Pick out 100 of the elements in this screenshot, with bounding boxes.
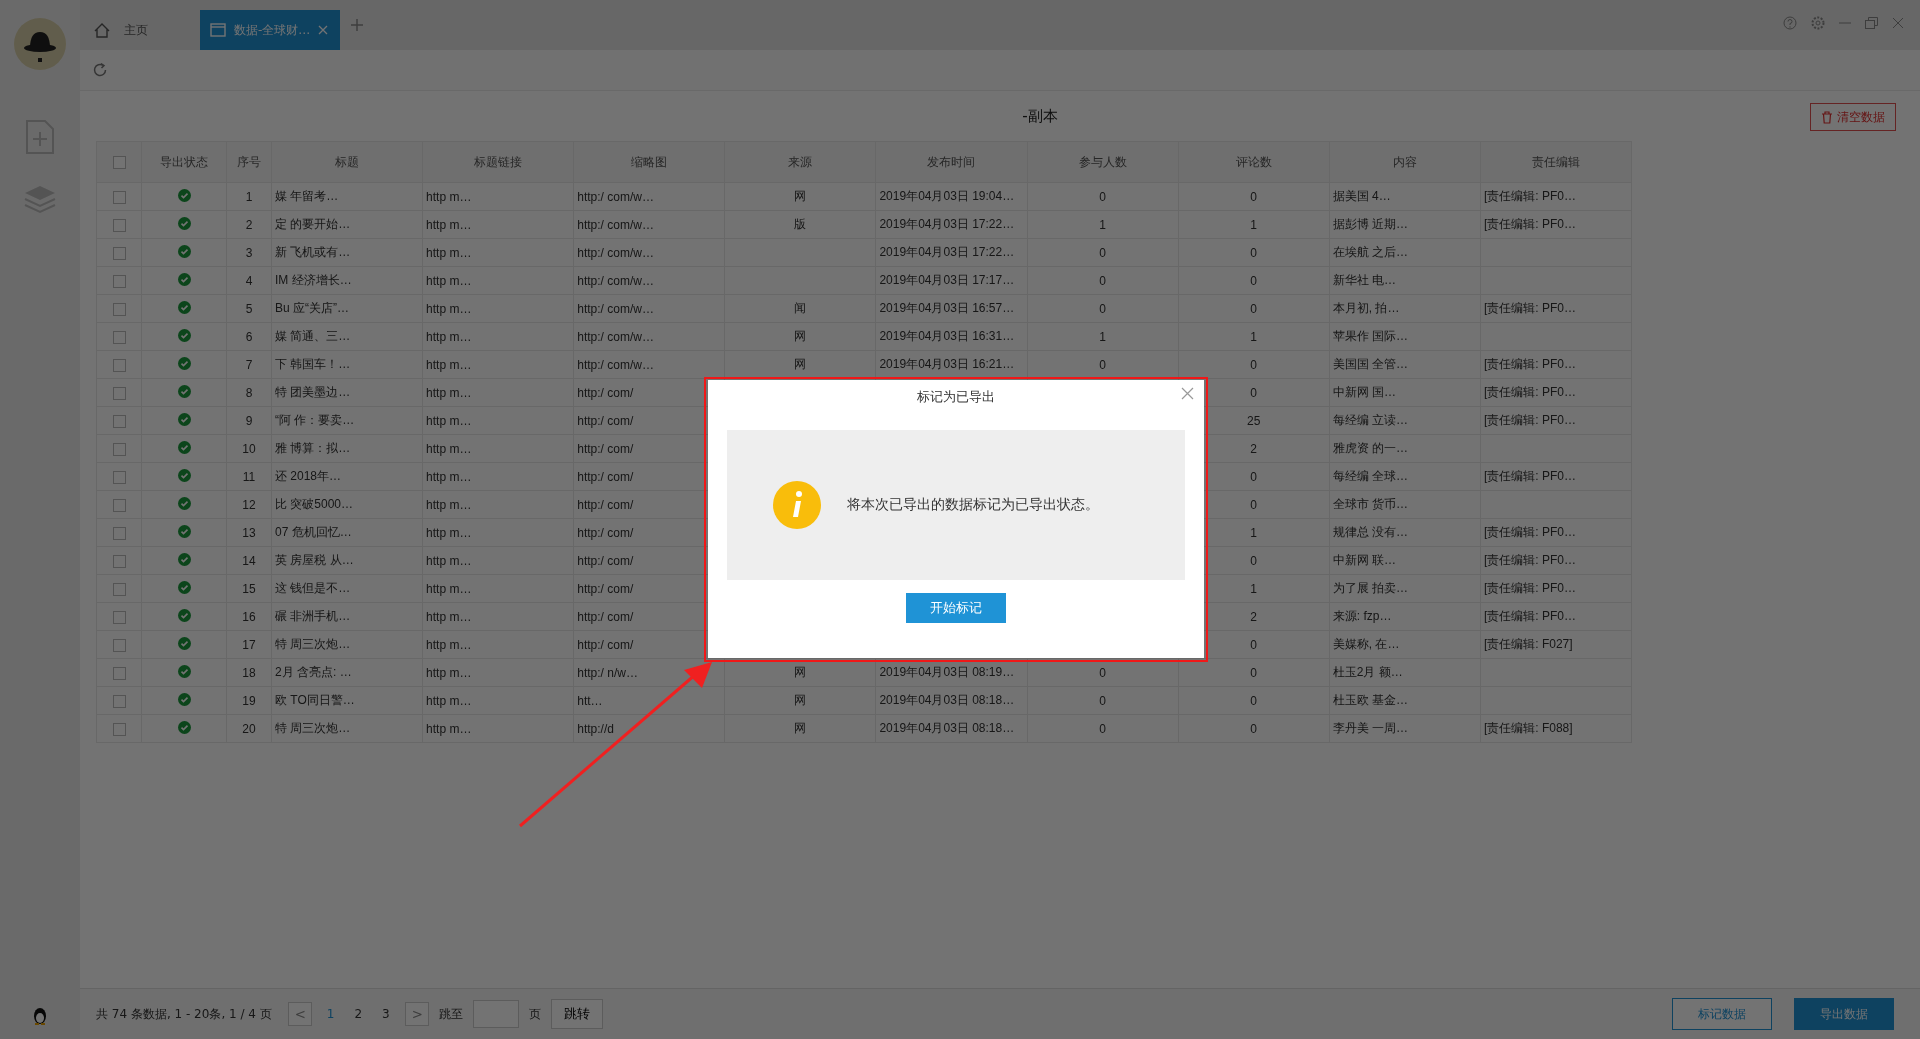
table-cell: 0 [1099,693,1106,708]
table-cell: 每经编 全球… [1332,469,1409,483]
column-header: 缩略图 [573,141,725,183]
row-checkbox[interactable] [112,582,126,596]
mark-data-button[interactable]: 标记数据 [1672,998,1772,1030]
row-checkbox[interactable] [112,526,126,540]
table-cell: http://d [577,721,614,736]
row-checkbox[interactable] [112,470,126,484]
table-cell: http:/ n/w… [577,665,638,680]
table-cell: 英 房屋税 从… [275,553,354,567]
row-checkbox[interactable] [112,638,126,652]
row-checkbox[interactable] [112,694,126,708]
export-data-button[interactable]: 导出数据 [1794,998,1894,1030]
trash-icon [1821,110,1833,124]
table-cell: 中新网 联… [1332,553,1397,567]
tab[interactable]: 数据-全球财… [200,10,340,50]
table-cell: http m… [426,609,472,624]
table-cell: htt… [577,693,603,708]
table-cell: 每经编 立读… [1332,413,1409,427]
table-cell: 0 [1250,189,1258,204]
row-checkbox[interactable] [112,722,126,736]
page-number[interactable]: 1 [321,1007,340,1021]
table-cell: http:/ com/w… [577,217,654,232]
row-checkbox[interactable] [112,442,126,456]
row-checkbox[interactable] [112,386,126,400]
table-cell: 13 [242,525,256,540]
next-page-button[interactable]: > [404,1002,429,1026]
table-cell: 特 周三次炮… [275,637,351,651]
penguin-icon[interactable] [32,1007,48,1025]
table-cell: http:/ com/w… [577,357,654,372]
table-cell: http m… [426,469,472,484]
row-checkbox[interactable] [112,414,126,428]
settings-icon[interactable] [1811,16,1825,30]
row-checkbox[interactable] [112,358,126,372]
row-checkbox[interactable] [112,666,126,680]
previous-page-button[interactable]: < [287,1002,312,1026]
close-icon[interactable] [1892,17,1904,29]
table-cell: 据美国 4… [1332,189,1391,203]
table-cell: 还 2018年… [275,469,342,483]
start-mark-button[interactable]: 开始标记 [906,593,1006,623]
table-cell: [责任编辑: PF0… [1483,301,1576,315]
table-cell: 这 钱但是不… [275,581,351,595]
table-cell: 雅 博算：拟… [275,441,351,455]
page-unit-label: 页 [528,1005,541,1023]
table-cell: 2019年04月03日 08:18… [879,721,1015,735]
row-checkbox[interactable] [112,274,126,288]
table-cell: 为了展 拍卖… [1332,581,1409,595]
table-cell: 2019年04月03日 08:18… [879,693,1015,707]
refresh-icon[interactable] [92,62,108,78]
table-cell: 规律总 没有… [1332,525,1409,539]
table-cell: 15 [242,581,256,596]
table-cell: 0 [1250,665,1258,680]
table-cell: 1 [245,189,253,204]
table-cell: 0 [1250,469,1258,484]
table-cell: 0 [1250,273,1258,288]
table-cell: 9 [245,413,253,428]
table-cell: http:/ com/w… [577,245,654,260]
table-cell: http m… [426,553,472,568]
table-cell: 19 [242,693,256,708]
column-header: 参与人数 [1027,141,1179,183]
row-checkbox[interactable] [112,218,126,232]
row-checkbox[interactable] [112,554,126,568]
add-tab-icon[interactable] [350,18,364,32]
page-number[interactable]: 2 [349,1007,368,1021]
table-cell: http m… [426,637,472,652]
restore-icon[interactable] [1865,17,1878,29]
select-all-checkbox[interactable] [112,156,126,170]
table-cell: 0 [1099,301,1106,316]
table-cell: [责任编辑: F088] [1483,721,1573,735]
table-cell: 2019年04月03日 17:22… [879,217,1015,231]
table-cell: http:/ com/ [577,525,634,540]
table-cell: 雅虎资 的一… [1332,441,1409,455]
table-cell: 碾 非洲手机… [275,609,351,623]
row-checkbox[interactable] [112,246,126,260]
table-cell: 2月 含亮点: … [275,665,352,679]
table-cell: [责任编辑: PF0… [1483,357,1576,371]
table-cell: 0 [1250,637,1258,652]
row-checkbox[interactable] [112,610,126,624]
table-cell: http:/ com/ [577,609,634,624]
table-cell: 1 [1250,217,1258,232]
row-checkbox[interactable] [112,302,126,316]
table-cell: 3 [245,245,253,260]
avatar-icon[interactable] [14,18,66,70]
row-checkbox[interactable] [112,498,126,512]
table-cell: [责任编辑: F027] [1483,637,1573,651]
table-cell: [责任编辑: PF0… [1483,581,1576,595]
table-cell: 2019年04月03日 16:21… [879,357,1015,371]
table-cell: 0 [1099,273,1106,288]
row-checkbox[interactable] [112,330,126,344]
clear-data-button[interactable]: 清空数据 [1810,103,1896,131]
column-header: 评论数 [1178,141,1330,183]
table-cell: 定 的要开始… [275,217,351,231]
row-checkbox[interactable] [112,190,126,204]
help-icon[interactable] [1783,16,1797,30]
table-cell: 网 [794,189,807,203]
table-cell: http:/ com/ [577,637,634,652]
table-cell: http m… [426,245,472,260]
close-icon[interactable] [1181,387,1194,400]
page-number[interactable]: 3 [377,1007,395,1021]
goto-button[interactable]: 跳转 [550,999,603,1029]
